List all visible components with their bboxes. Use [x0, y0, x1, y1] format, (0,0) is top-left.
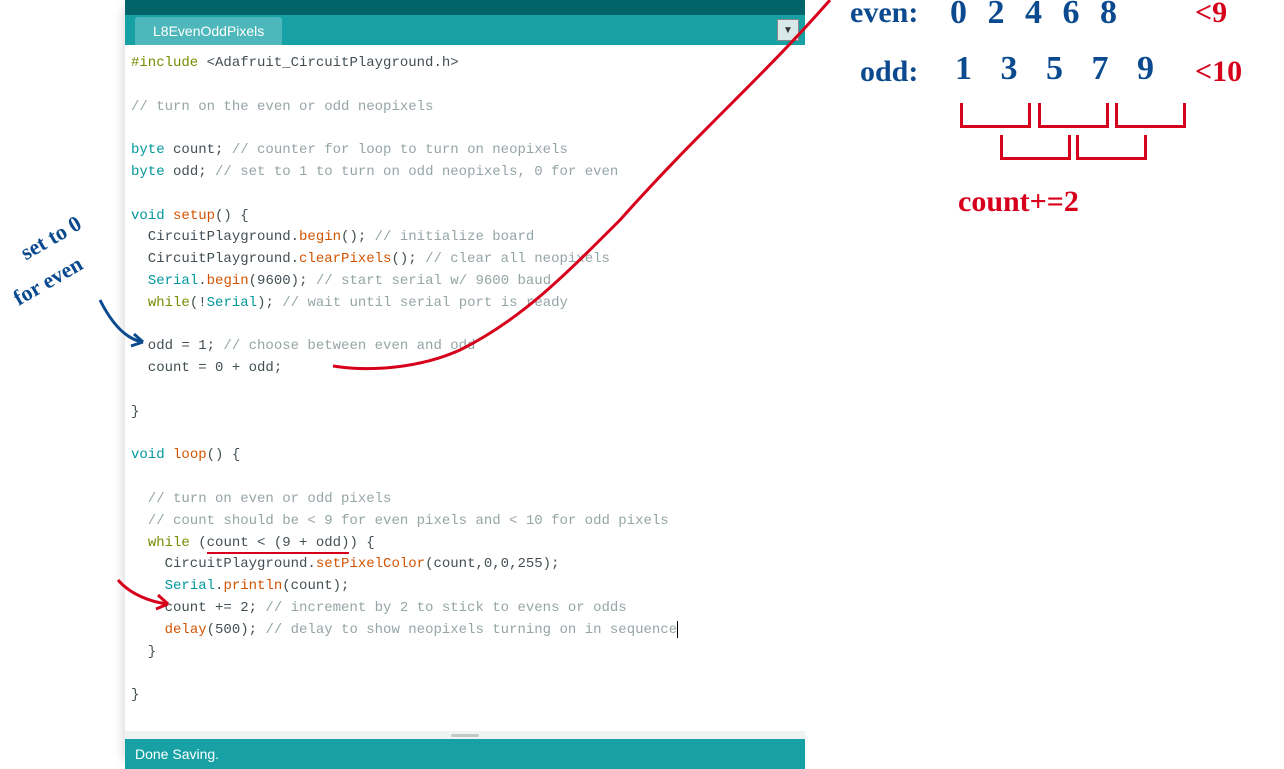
- chevron-down-icon: ▼: [783, 25, 793, 36]
- annotation-bracket: [960, 103, 1031, 128]
- annotation-count-plus: count+=2: [958, 185, 1079, 219]
- annotation-bracket: [1076, 135, 1147, 160]
- annotation-bracket: [1038, 103, 1109, 128]
- tab-menu-button[interactable]: ▼: [777, 19, 799, 41]
- annotation-odd-label: odd:: [860, 55, 918, 89]
- toolbar-placeholder: [125, 0, 805, 15]
- annotation-setto0: set to 0: [16, 210, 86, 266]
- annotation-foreven: for even: [9, 251, 88, 312]
- code-editor[interactable]: #include <Adafruit_CircuitPlayground.h> …: [125, 45, 805, 731]
- status-bar: Done Saving.: [125, 739, 805, 769]
- annotation-odd-nums: 1 3 5 7 9: [955, 50, 1164, 88]
- annotation-even-nums: 0 2 4 6 8: [950, 0, 1123, 32]
- code-content: #include <Adafruit_CircuitPlayground.h> …: [131, 53, 799, 707]
- annotation-odd-limit: <10: [1195, 55, 1242, 89]
- tab-bar: L8EvenOddPixels ▼: [125, 15, 805, 45]
- editor-resize-handle[interactable]: [125, 731, 805, 739]
- annotation-even-limit: <9: [1195, 0, 1227, 30]
- annotation-bracket: [1115, 103, 1186, 128]
- sketch-tab[interactable]: L8EvenOddPixels: [135, 17, 282, 45]
- annotation-bracket: [1000, 135, 1071, 160]
- arduino-ide-window: L8EvenOddPixels ▼ #include <Adafruit_Cir…: [125, 0, 805, 768]
- annotation-even-label: even:: [850, 0, 918, 30]
- sketch-tab-label: L8EvenOddPixels: [153, 23, 264, 39]
- status-text: Done Saving.: [135, 746, 219, 762]
